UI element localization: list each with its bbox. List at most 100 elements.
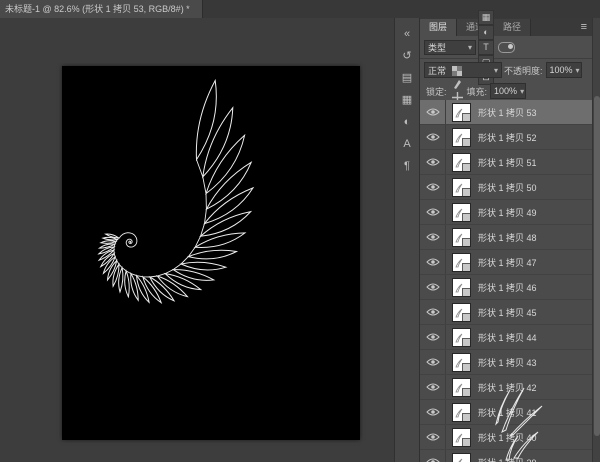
spiral-feather-artwork: [62, 66, 360, 440]
history-panel-icon[interactable]: ↺: [397, 46, 417, 65]
layer-visibility-eye-icon[interactable]: [420, 300, 446, 324]
layer-name[interactable]: 形状 1 拷贝 39: [478, 456, 592, 462]
layer-row[interactable]: 形状 1 拷贝 53: [420, 100, 592, 125]
layer-row[interactable]: 形状 1 拷贝 43: [420, 350, 592, 375]
layer-list[interactable]: 形状 1 拷贝 53 形状 1 拷贝 52 形状 1 拷贝 51 形状 1 拷贝 50…: [420, 100, 592, 462]
layer-row[interactable]: 形状 1 拷贝 46: [420, 275, 592, 300]
layer-thumbnail[interactable]: [452, 128, 471, 147]
layer-thumbnail[interactable]: [452, 178, 471, 197]
document-tab[interactable]: 未标题-1 @ 82.6% (形状 1 拷贝 53, RGB/8#) *: [0, 0, 203, 18]
layer-row[interactable]: 形状 1 拷贝 48: [420, 225, 592, 250]
collapse-panels-icon[interactable]: «: [397, 24, 417, 43]
layer-name[interactable]: 形状 1 拷贝 52: [478, 131, 592, 144]
opacity-dropdown[interactable]: 100% ▾: [546, 62, 582, 78]
properties-panel-icon[interactable]: ▤: [397, 68, 417, 87]
layer-name[interactable]: 形状 1 拷贝 51: [478, 156, 592, 169]
filter-toggle-icon[interactable]: [498, 42, 515, 53]
layer-visibility-eye-icon[interactable]: [420, 350, 446, 374]
filter-kind-dropdown[interactable]: 类型 ▾: [424, 40, 476, 55]
layer-visibility-eye-icon[interactable]: [420, 275, 446, 299]
layer-visibility-eye-icon[interactable]: [420, 425, 446, 449]
type-filter-icon[interactable]: T: [478, 40, 494, 55]
shape-layer-badge-icon: [462, 388, 470, 396]
layer-name[interactable]: 形状 1 拷贝 50: [478, 181, 592, 194]
fill-dropdown[interactable]: 100% ▾: [490, 83, 526, 99]
layer-name[interactable]: 形状 1 拷贝 49: [478, 206, 592, 219]
layer-visibility-eye-icon[interactable]: [420, 100, 446, 124]
layer-name[interactable]: 形状 1 拷贝 45: [478, 306, 592, 319]
layer-thumbnail[interactable]: [452, 328, 471, 347]
lock-pixels-icon[interactable]: [451, 78, 464, 91]
layer-thumbnail[interactable]: [452, 278, 471, 297]
opacity-label: 不透明度:: [504, 64, 543, 77]
layer-name[interactable]: 形状 1 拷贝 44: [478, 331, 592, 344]
layer-row[interactable]: 形状 1 拷贝 49: [420, 200, 592, 225]
layer-visibility-eye-icon[interactable]: [420, 225, 446, 249]
character-panel-icon[interactable]: A: [397, 134, 417, 153]
adjustments-panel-icon[interactable]: ◐: [397, 112, 417, 131]
layers-scrollbar-track[interactable]: [592, 18, 600, 462]
chevron-down-icon: ▾: [494, 66, 498, 75]
swatches-panel-icon[interactable]: ▦: [397, 90, 417, 109]
panel-tabs: 图层通道路径≡: [420, 18, 592, 36]
layer-name[interactable]: 形状 1 拷贝 43: [478, 356, 592, 369]
lock-transparency-icon[interactable]: [451, 65, 464, 78]
layer-visibility-eye-icon[interactable]: [420, 150, 446, 174]
layer-row[interactable]: 形状 1 拷贝 44: [420, 325, 592, 350]
panel-tab-layers[interactable]: 图层: [420, 19, 457, 36]
layer-visibility-eye-icon[interactable]: [420, 125, 446, 149]
layer-visibility-eye-icon[interactable]: [420, 400, 446, 424]
canvas-area[interactable]: [0, 18, 394, 462]
layer-visibility-eye-icon[interactable]: [420, 325, 446, 349]
layer-thumbnail[interactable]: [452, 303, 471, 322]
layer-row[interactable]: 形状 1 拷贝 50: [420, 175, 592, 200]
document-tab-bar: 未标题-1 @ 82.6% (形状 1 拷贝 53, RGB/8#) *: [0, 0, 600, 19]
layer-row[interactable]: 形状 1 拷贝 40: [420, 425, 592, 450]
layer-name[interactable]: 形状 1 拷贝 41: [478, 406, 592, 419]
layer-name[interactable]: 形状 1 拷贝 53: [478, 106, 592, 119]
layer-row[interactable]: 形状 1 拷贝 45: [420, 300, 592, 325]
layer-thumbnail[interactable]: [452, 253, 471, 272]
layer-row[interactable]: 形状 1 拷贝 39: [420, 450, 592, 462]
layer-visibility-eye-icon[interactable]: [420, 250, 446, 274]
layer-name[interactable]: 形状 1 拷贝 40: [478, 431, 592, 444]
layer-name[interactable]: 形状 1 拷贝 42: [478, 381, 592, 394]
layer-thumbnail[interactable]: [452, 453, 471, 462]
layer-row[interactable]: 形状 1 拷贝 51: [420, 150, 592, 175]
layer-row[interactable]: 形状 1 拷贝 42: [420, 375, 592, 400]
layer-name[interactable]: 形状 1 拷贝 47: [478, 256, 592, 269]
shape-layer-badge-icon: [462, 238, 470, 246]
layer-thumbnail[interactable]: [452, 428, 471, 447]
layer-thumbnail[interactable]: [452, 228, 471, 247]
layer-thumbnail[interactable]: [452, 378, 471, 397]
fill-value: 100%: [494, 86, 517, 96]
fill-label: 填充:: [467, 85, 488, 98]
layer-name[interactable]: 形状 1 拷贝 46: [478, 281, 592, 294]
layer-thumbnail[interactable]: [452, 403, 471, 422]
layer-visibility-eye-icon[interactable]: [420, 450, 446, 462]
artboard-canvas[interactable]: [62, 66, 360, 440]
panel-menu-icon[interactable]: ≡: [576, 19, 592, 36]
lock-label: 锁定:: [426, 85, 447, 98]
panel-dock-strip: « ↺ ▤ ▦ ◐ A ¶: [394, 18, 420, 462]
layer-row[interactable]: 形状 1 拷贝 41: [420, 400, 592, 425]
adjustment-filter-icon[interactable]: ◐: [478, 25, 494, 40]
shape-layer-badge-icon: [462, 263, 470, 271]
chevron-down-icon: ▾: [576, 66, 580, 75]
layer-thumbnail[interactable]: [452, 103, 471, 122]
layer-thumbnail[interactable]: [452, 203, 471, 222]
layers-scrollbar-thumb[interactable]: [594, 96, 600, 436]
paragraph-panel-icon[interactable]: ¶: [397, 156, 417, 175]
layer-thumbnail[interactable]: [452, 353, 471, 372]
layer-visibility-eye-icon[interactable]: [420, 175, 446, 199]
pixel-filter-icon[interactable]: ▦: [478, 10, 494, 25]
layer-thumbnail[interactable]: [452, 153, 471, 172]
layer-row[interactable]: 形状 1 拷贝 52: [420, 125, 592, 150]
layer-visibility-eye-icon[interactable]: [420, 200, 446, 224]
panel-tab-paths[interactable]: 路径: [494, 19, 531, 36]
layer-row[interactable]: 形状 1 拷贝 47: [420, 250, 592, 275]
shape-layer-badge-icon: [462, 138, 470, 146]
shape-layer-badge-icon: [462, 288, 470, 296]
layer-name[interactable]: 形状 1 拷贝 48: [478, 231, 592, 244]
layer-visibility-eye-icon[interactable]: [420, 375, 446, 399]
